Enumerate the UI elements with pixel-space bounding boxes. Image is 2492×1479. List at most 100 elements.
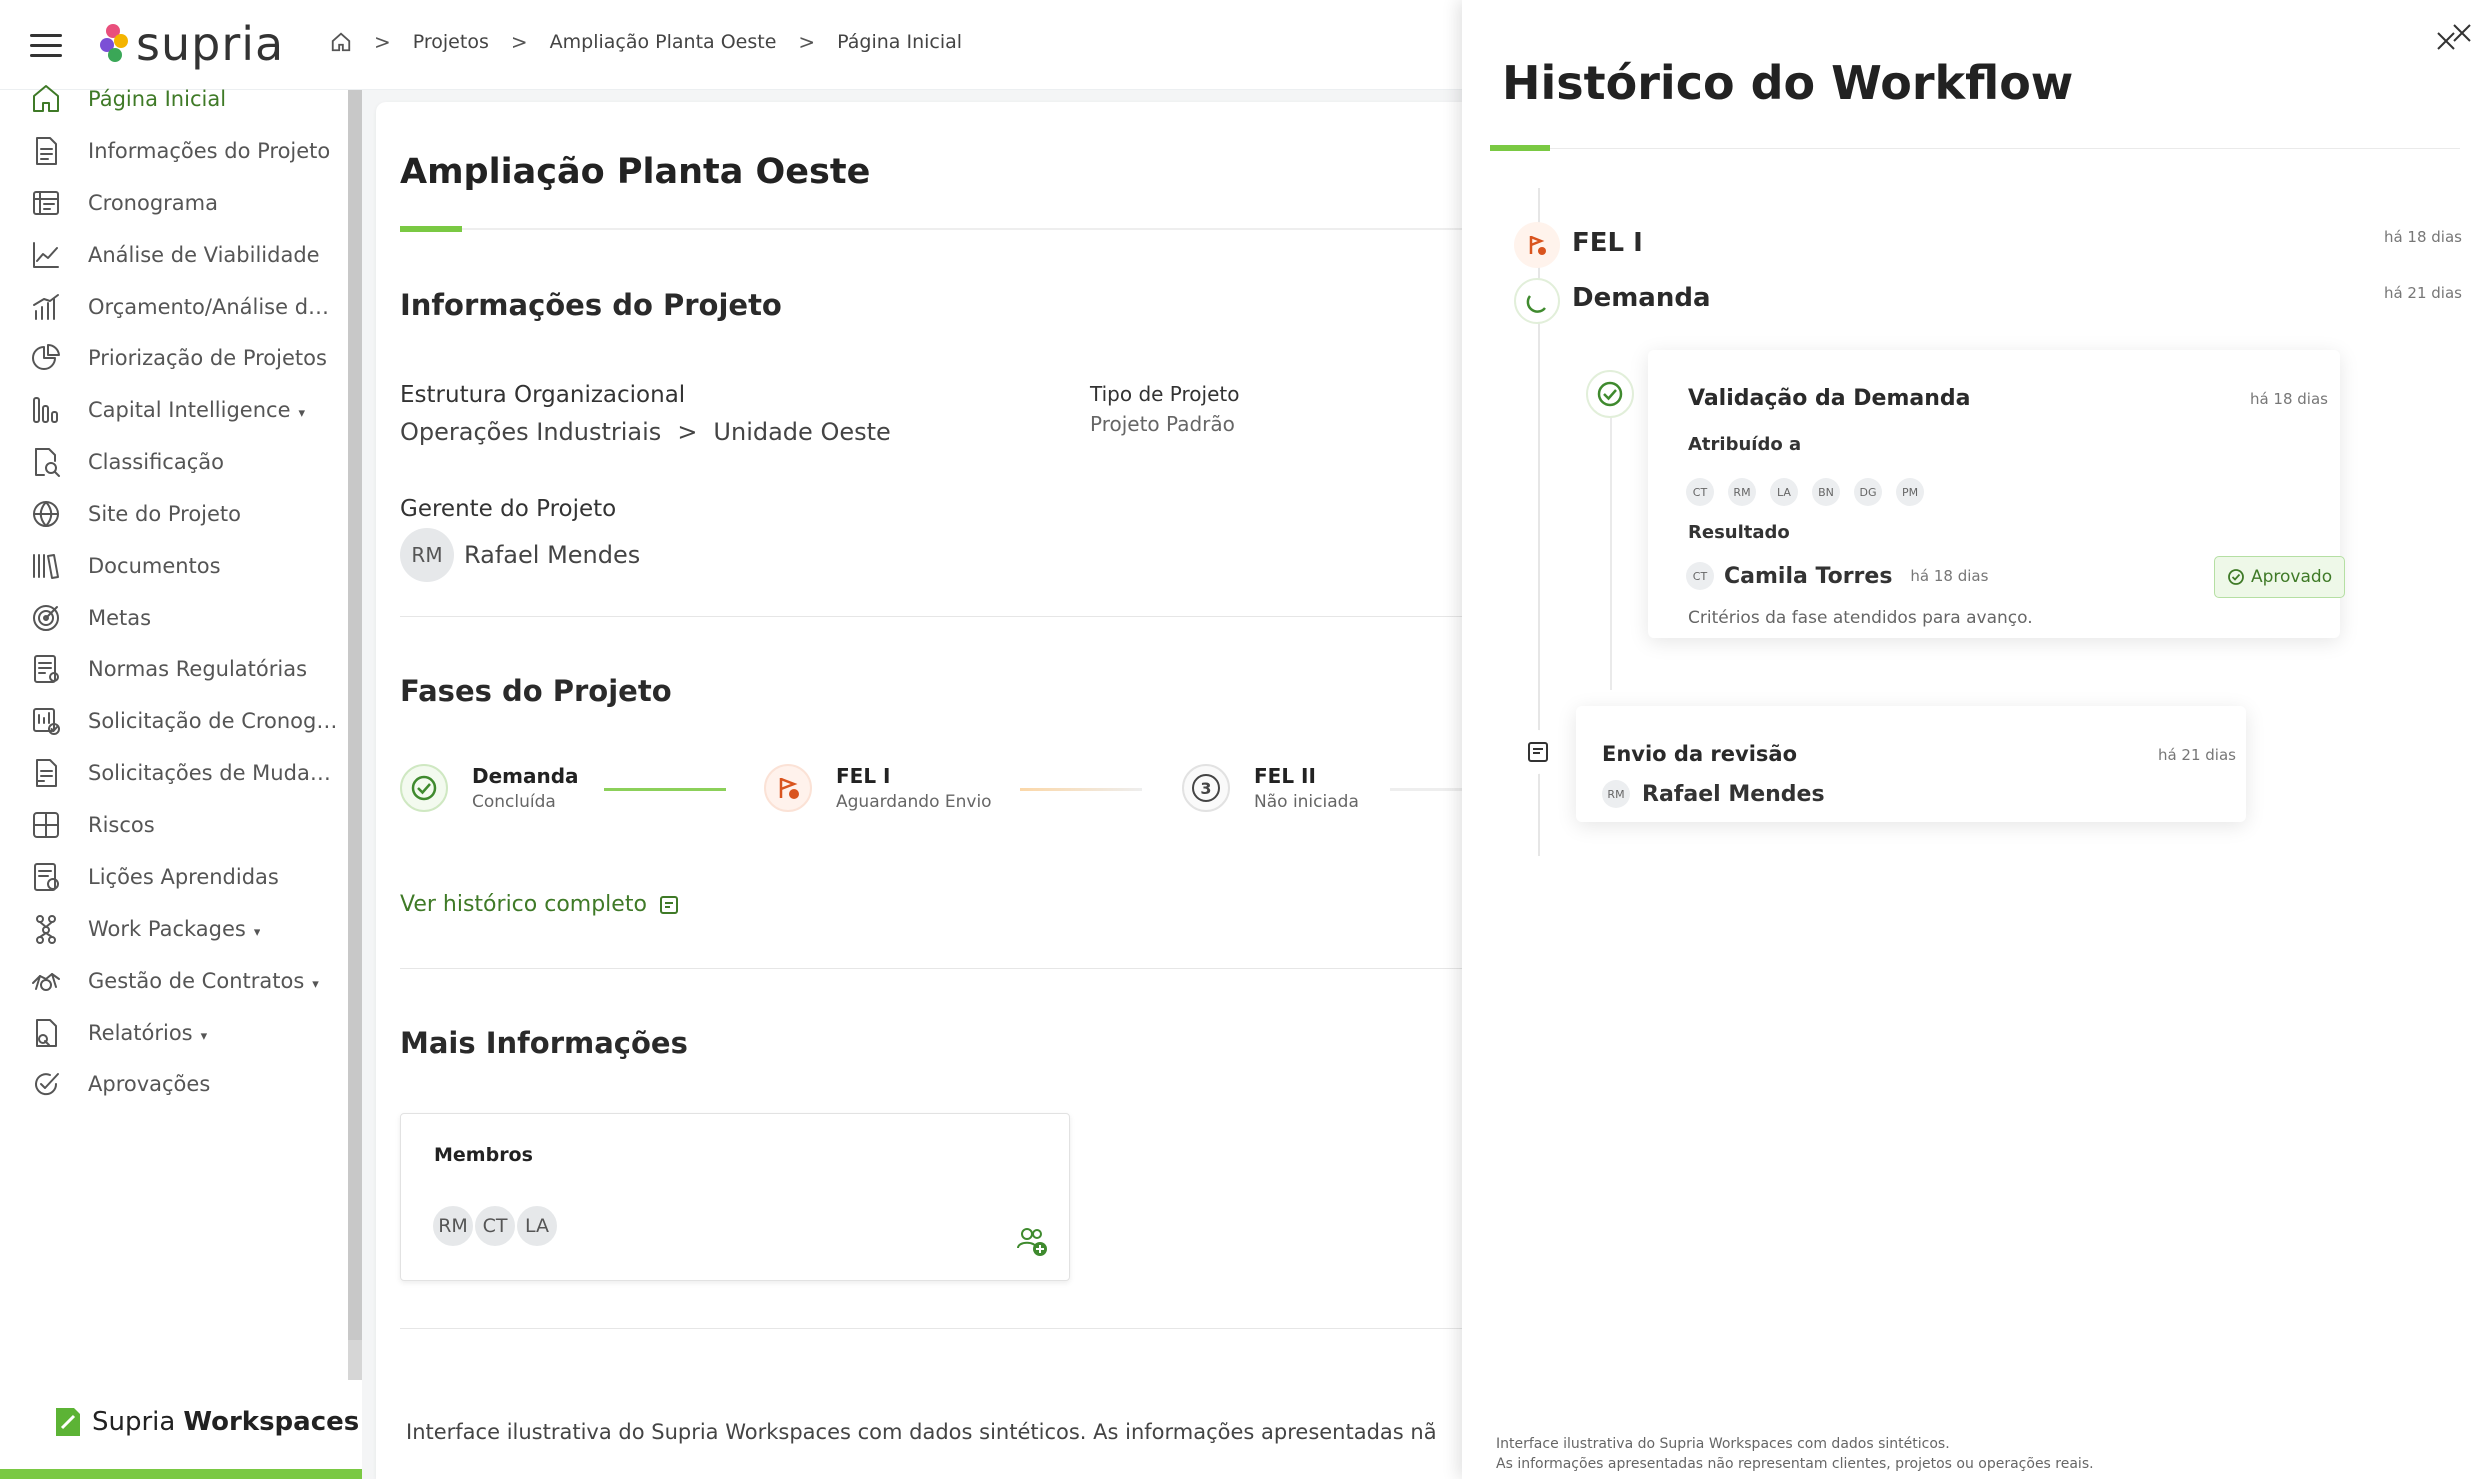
disclaimer-text: Interface ilustrativa do Supria Workspac… <box>406 1420 1437 1444</box>
member-avatar[interactable]: RM <box>431 1204 475 1248</box>
handshake-icon <box>32 973 60 991</box>
sidebar-item-label: Página Inicial <box>88 87 227 111</box>
review-author: RM Rafael Mendes <box>1602 780 1825 808</box>
lessons-icon <box>34 863 59 891</box>
breadcrumb-separator: > <box>510 30 528 54</box>
project-info-heading: Informações do Projeto <box>400 288 782 322</box>
supria-logo-text: supria <box>136 17 285 71</box>
sidebar-item-label: Solicitações de Mudança <box>88 761 338 785</box>
chevron-down-icon: ▾ <box>253 925 261 940</box>
sidebar-item-label: Orçamento/Análise de ... <box>88 295 338 319</box>
sidebar-item-normas-regulat-rias[interactable]: Normas Regulatórias <box>0 639 348 699</box>
sidebar-item-capital-intelligence[interactable]: Capital Intelligence ▾ <box>0 380 348 440</box>
assigned-label: Atribuído a <box>1688 434 1802 455</box>
divider <box>400 1328 1462 1329</box>
sidebar-item-li-es-aprendidas[interactable]: Lições Aprendidas <box>0 847 348 907</box>
phase-demanda[interactable]: Demanda Concluída <box>400 764 579 812</box>
sidebar-item-documentos[interactable]: Documentos <box>0 536 348 596</box>
event-demanda-title: Demanda <box>1572 283 1711 313</box>
phase-status: Aguardando Envio <box>836 792 992 812</box>
document-icon <box>36 137 57 165</box>
phase-connector <box>604 788 726 791</box>
org-structure-label: Estrutura Organizacional <box>400 382 686 408</box>
sidebar-item-classifica-o[interactable]: Classificação <box>0 432 348 492</box>
assignee-avatars: CT RM LA BN DG PM <box>1686 478 1938 506</box>
sidebar-item-solicita-o-de-cronogra[interactable]: Solicitação de Cronogra... <box>0 691 348 751</box>
assignee-avatar[interactable]: DG <box>1854 478 1882 506</box>
sidebar-item-label: Gestão de Contratos ▾ <box>88 969 319 993</box>
manager-label: Gerente do Projeto <box>400 496 617 522</box>
result-avatar: CT <box>1686 562 1714 590</box>
assignee-avatar[interactable]: RM <box>1728 478 1756 506</box>
sidebar-item-an-lise-de-viabilidade[interactable]: Análise de Viabilidade <box>0 225 348 285</box>
review-card: Envio da revisão há 21 dias RM Rafael Me… <box>1576 706 2246 822</box>
result-time: há 18 dias <box>1910 567 1989 585</box>
breadcrumb-separator: > <box>374 30 391 54</box>
workspace-logo-icon <box>56 1408 80 1436</box>
org-structure-value: Operações Industriais > Unidade Oeste <box>400 418 891 446</box>
supria-logo-mark <box>98 22 128 66</box>
add-member-icon[interactable] <box>1015 1224 1049 1258</box>
breadcrumb-project[interactable]: Ampliação Planta Oeste <box>550 31 777 53</box>
sidebar-item-gest-o-de-contratos[interactable]: Gestão de Contratos ▾ <box>0 951 348 1011</box>
workspace-prefix: Supria <box>92 1407 176 1437</box>
full-history-link[interactable]: Ver histórico completo <box>400 892 679 917</box>
result-row: CT Camila Torres há 18 dias <box>1686 562 1988 590</box>
hierarchy-icon <box>36 915 56 944</box>
sidebar-item-label: Riscos <box>88 813 155 837</box>
home-icon[interactable] <box>330 31 352 53</box>
phase-fel-1[interactable]: FEL I Aguardando Envio <box>764 764 992 812</box>
history-doc-icon <box>659 895 678 914</box>
phase-fel-2[interactable]: 3 FEL II Não iniciada <box>1182 764 1359 812</box>
member-avatar[interactable]: CT <box>473 1204 517 1248</box>
event-fel-1-title: FEL I <box>1572 228 1643 258</box>
sidebar-item-label: Normas Regulatórias <box>88 657 308 681</box>
assignee-avatar[interactable]: PM <box>1896 478 1924 506</box>
home-icon <box>33 85 59 112</box>
breadcrumb-projetos[interactable]: Projetos <box>413 31 489 53</box>
sidebar-item-label: Lições Aprendidas <box>88 865 279 889</box>
approval-icon <box>35 1073 59 1096</box>
sidebar-scrollbar-thumb[interactable] <box>348 90 362 1340</box>
sidebar-item-work-packages[interactable]: Work Packages ▾ <box>0 899 348 959</box>
sidebar-item-aprova-es[interactable]: Aprovações <box>0 1054 348 1114</box>
sidebar-item-informa-es-do-projeto[interactable]: Informações do Projeto <box>0 121 348 181</box>
flag-warning-icon <box>764 764 812 812</box>
validation-card: Validação da Demanda há 18 dias Atribuíd… <box>1648 350 2346 638</box>
sidebar-item-p-gina-inicial[interactable]: Página Inicial <box>0 69 348 129</box>
sidebar-item-riscos[interactable]: Riscos <box>0 795 348 855</box>
schedule-icon <box>33 191 59 215</box>
sidebar-item-prioriza-o-de-projetos[interactable]: Priorização de Projetos <box>0 328 348 388</box>
hamburger-menu-icon[interactable] <box>30 34 62 58</box>
sidebar-item-label: Relatórios ▾ <box>88 1021 208 1045</box>
project-type-value: Projeto Padrão <box>1090 412 1235 436</box>
org-path-1: Operações Industriais <box>400 418 662 446</box>
trend-chart-icon <box>33 242 59 268</box>
member-avatar[interactable]: LA <box>515 1204 559 1248</box>
sidebar-item-label: Metas <box>88 606 152 630</box>
phase-connector <box>1390 788 1462 791</box>
full-history-label: Ver histórico completo <box>400 892 647 917</box>
sidebar-item-site-do-projeto[interactable]: Site do Projeto <box>0 484 348 544</box>
event-fel-1-time: há 18 dias <box>2383 228 2462 246</box>
sidebar-item-label: Classificação <box>88 450 224 474</box>
pie-chart-icon <box>32 343 60 370</box>
report-icon <box>36 1019 57 1047</box>
sidebar-item-label: Capital Intelligence ▾ <box>88 398 306 422</box>
sidebar-item-solicita-es-de-mudan-a[interactable]: Solicitações de Mudança <box>0 743 348 803</box>
assignee-avatar[interactable]: BN <box>1812 478 1840 506</box>
checklist-icon <box>34 655 59 683</box>
assignee-avatar[interactable]: CT <box>1686 478 1714 506</box>
more-info-heading: Mais Informações <box>400 1026 688 1060</box>
close-icon[interactable] <box>2432 22 2478 52</box>
validation-comment: Critérios da fase atendidos para avanço. <box>1688 608 2033 628</box>
library-icon <box>33 554 59 579</box>
supria-logo[interactable]: supria <box>98 17 285 71</box>
sidebar-scrollbar[interactable] <box>348 90 362 1380</box>
assignee-avatar[interactable]: LA <box>1770 478 1798 506</box>
workspace-brand[interactable]: Supria Workspaces <box>54 1406 359 1438</box>
sidebar-item-cronograma[interactable]: Cronograma <box>0 173 348 233</box>
sidebar-item-label: Site do Projeto <box>88 502 241 526</box>
chevron-down-icon: ▾ <box>200 1029 208 1044</box>
workspace-accent-bar <box>0 1469 362 1479</box>
